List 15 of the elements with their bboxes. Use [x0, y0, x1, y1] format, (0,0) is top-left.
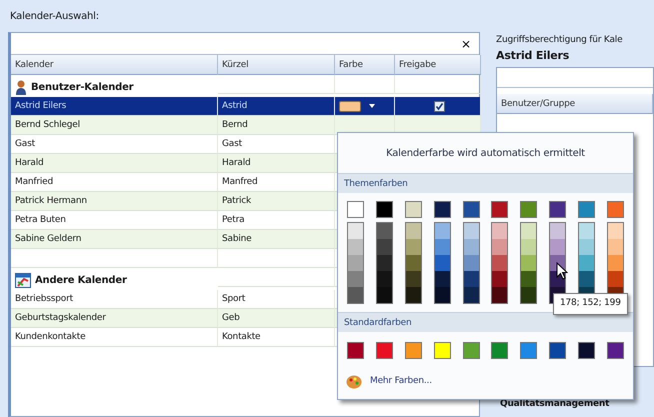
- color-tooltip: 178; 152; 199: [553, 293, 628, 314]
- group-title: Andere Kalender: [35, 274, 127, 288]
- calendar-owner: Astrid Eilers: [496, 48, 570, 64]
- calendar-short-name: Geb: [218, 309, 335, 328]
- calendar-short-name: Bernd: [218, 116, 335, 135]
- section-header: Themenfarben: [338, 173, 633, 193]
- calendar-short-name: Harald: [218, 154, 335, 173]
- group-title: Benutzer-Kalender: [31, 81, 134, 95]
- section-header: Standardfarben: [338, 312, 633, 332]
- calendar-short-name: Sabine: [218, 230, 335, 249]
- calendar-short-name: Kontakte: [218, 328, 335, 347]
- panel-title: Zugriffsberechtigung für Kale: [496, 34, 624, 47]
- calendar-short-name: Patrick: [218, 192, 335, 211]
- panel-title: Kalender-Auswahl:: [9, 10, 100, 24]
- calendar-short-name: Astrid: [218, 97, 335, 116]
